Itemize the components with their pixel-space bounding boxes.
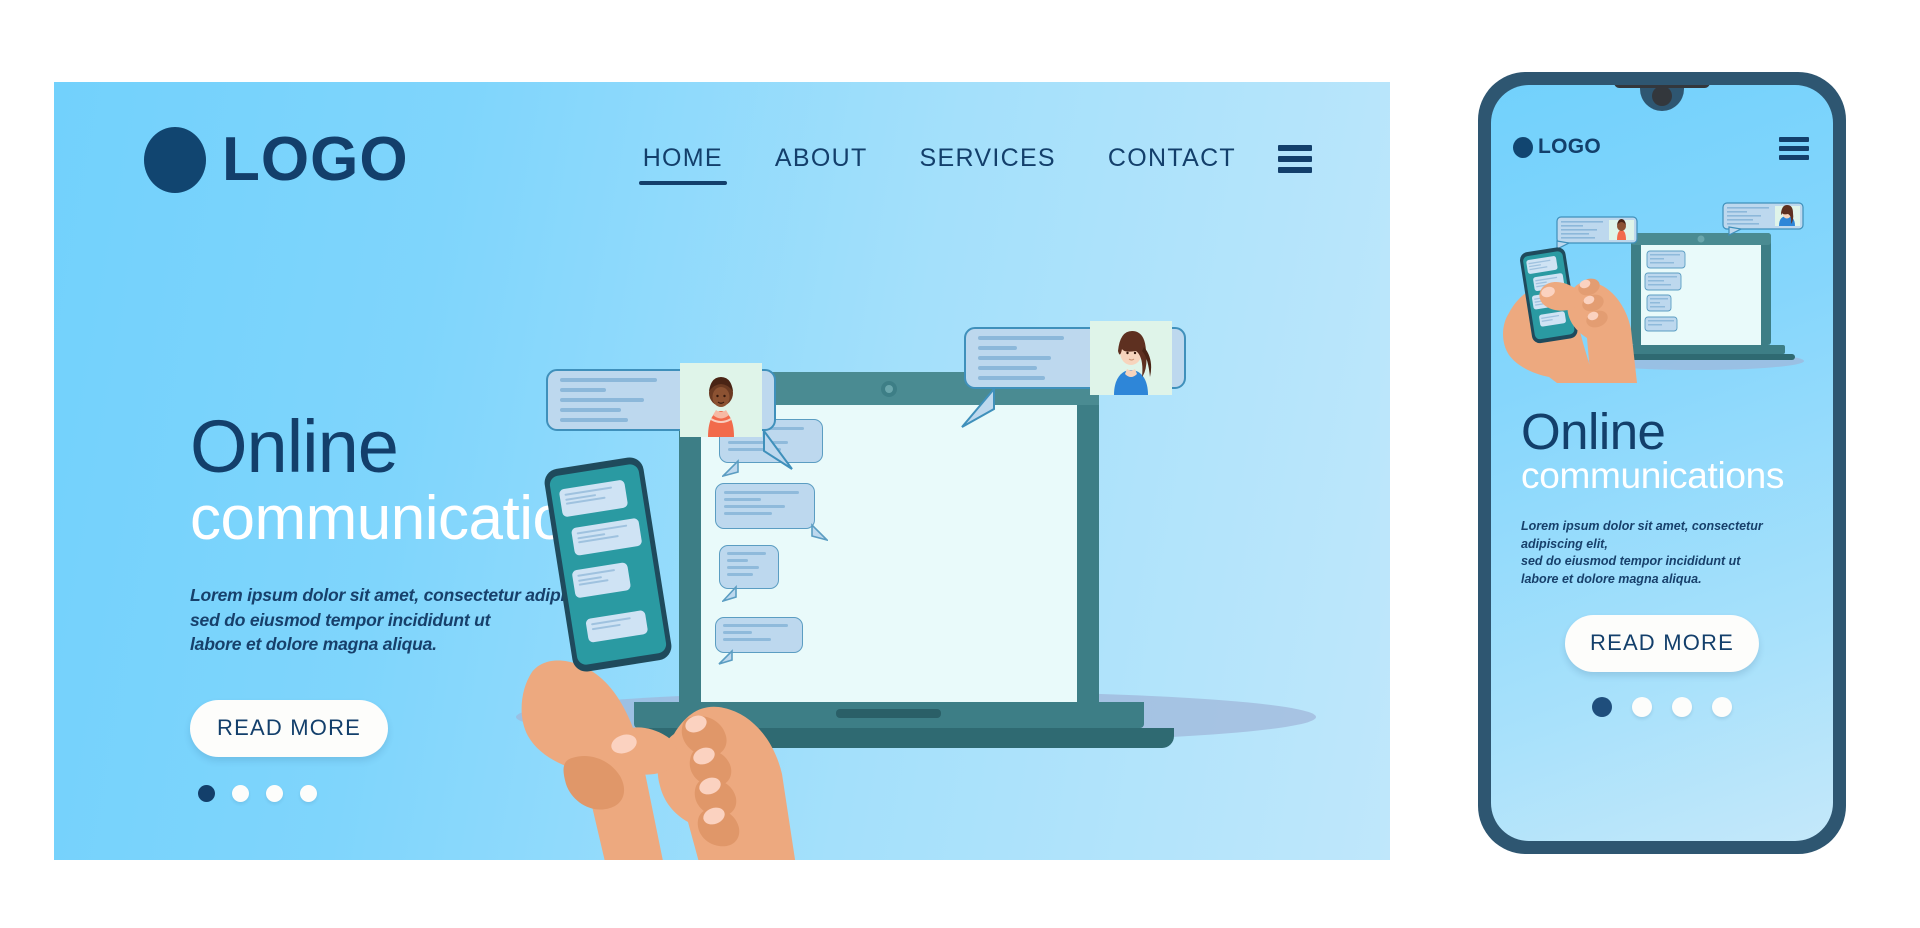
mobile-carousel-dot-4[interactable] xyxy=(1712,697,1732,717)
mobile-illustration xyxy=(1491,193,1833,383)
mobile-screen: LOGO Online communications Lorem ipsum d… xyxy=(1491,85,1833,841)
mobile-hero-body-line: Lorem ipsum dolor sit amet, consectetur … xyxy=(1521,518,1763,551)
message-tail-right xyxy=(961,387,995,428)
message-text-lines xyxy=(560,378,670,422)
hamburger-bar xyxy=(1779,146,1809,151)
woman-avatar-blue-sweater xyxy=(1090,321,1172,395)
nav-item-contact[interactable]: CONTACT xyxy=(1082,144,1262,173)
circle-dot-icon xyxy=(144,126,206,193)
mobile-hero-body-text: Lorem ipsum dolor sit amet, consectetur … xyxy=(1521,518,1811,589)
message-tail-left xyxy=(763,429,793,470)
nav-item-home[interactable]: HOME xyxy=(617,144,749,185)
mobile-carousel-dot-2[interactable] xyxy=(1632,697,1652,717)
message-text-lines xyxy=(978,336,1080,380)
logo[interactable]: LOGO xyxy=(144,124,409,195)
mobile-read-more-button[interactable]: READ MORE xyxy=(1564,615,1760,672)
carousel-dot-3[interactable] xyxy=(266,784,283,802)
hamburger-bar xyxy=(1278,155,1312,162)
phone-chat-bubble xyxy=(558,479,629,518)
logo-text: LOGO xyxy=(222,125,409,194)
main-navigation: HOME ABOUT SERVICES CONTACT xyxy=(617,144,1312,185)
mobile-device-mockup: LOGO Online communications Lorem ipsum d… xyxy=(1478,72,1846,854)
mobile-carousel-dots xyxy=(1592,697,1732,717)
online-chat-illustration xyxy=(516,287,1390,860)
mobile-hero-body-line: labore et dolore magna aliqua. xyxy=(1521,572,1702,587)
mobile-header: LOGO xyxy=(1491,131,1833,175)
laptop-camera-icon xyxy=(881,381,897,397)
screenshot-canvas: LOGO HOME ABOUT SERVICES CONTACT Online … xyxy=(0,0,1920,928)
woman-avatar-orange-dress xyxy=(680,363,762,437)
hamburger-bar xyxy=(1779,137,1809,142)
nav-item-services[interactable]: SERVICES xyxy=(894,144,1082,173)
hamburger-bar xyxy=(1278,144,1312,151)
carousel-dot-1[interactable] xyxy=(198,784,215,802)
desktop-header: LOGO HOME ABOUT SERVICES CONTACT xyxy=(54,82,1390,222)
laptop-touchpad xyxy=(836,709,941,718)
hamburger-bar xyxy=(1779,155,1809,160)
mobile-hero-subtitle: communications xyxy=(1521,454,1785,496)
carousel-dot-2[interactable] xyxy=(232,784,249,802)
phone-chat-bubble xyxy=(570,517,643,557)
mobile-hero-text-block: Online communications Lorem ipsum dolor … xyxy=(1521,403,1811,589)
nav-item-about[interactable]: ABOUT xyxy=(749,144,894,173)
mobile-chat-graphic xyxy=(1503,202,1804,383)
phone-front-camera-icon xyxy=(1652,86,1672,106)
mobile-carousel-dot-3[interactable] xyxy=(1672,697,1692,717)
hamburger-menu-icon[interactable] xyxy=(1278,144,1312,173)
phone-chat-bubble xyxy=(585,609,649,643)
mobile-hamburger-menu-icon[interactable] xyxy=(1779,137,1809,160)
mobile-carousel-dot-1[interactable] xyxy=(1592,697,1612,717)
bubble-tail xyxy=(722,459,739,477)
read-more-button[interactable]: READ MORE xyxy=(190,699,389,757)
circle-dot-icon xyxy=(1513,136,1533,158)
mobile-hero-title: Online xyxy=(1521,403,1666,460)
message-bubble-left xyxy=(546,363,776,437)
hamburger-bar xyxy=(1278,166,1312,173)
mobile-hero-body-line: sed do eiusmod tempor incididunt ut xyxy=(1521,554,1741,569)
desktop-landing-page: LOGO HOME ABOUT SERVICES CONTACT Online … xyxy=(54,82,1390,860)
phone-chat-bubble xyxy=(571,562,632,599)
mobile-logo-text: LOGO xyxy=(1538,135,1602,158)
carousel-dot-4[interactable] xyxy=(300,784,317,802)
mobile-logo[interactable]: LOGO xyxy=(1513,135,1601,159)
message-bubble-right xyxy=(964,321,1186,395)
